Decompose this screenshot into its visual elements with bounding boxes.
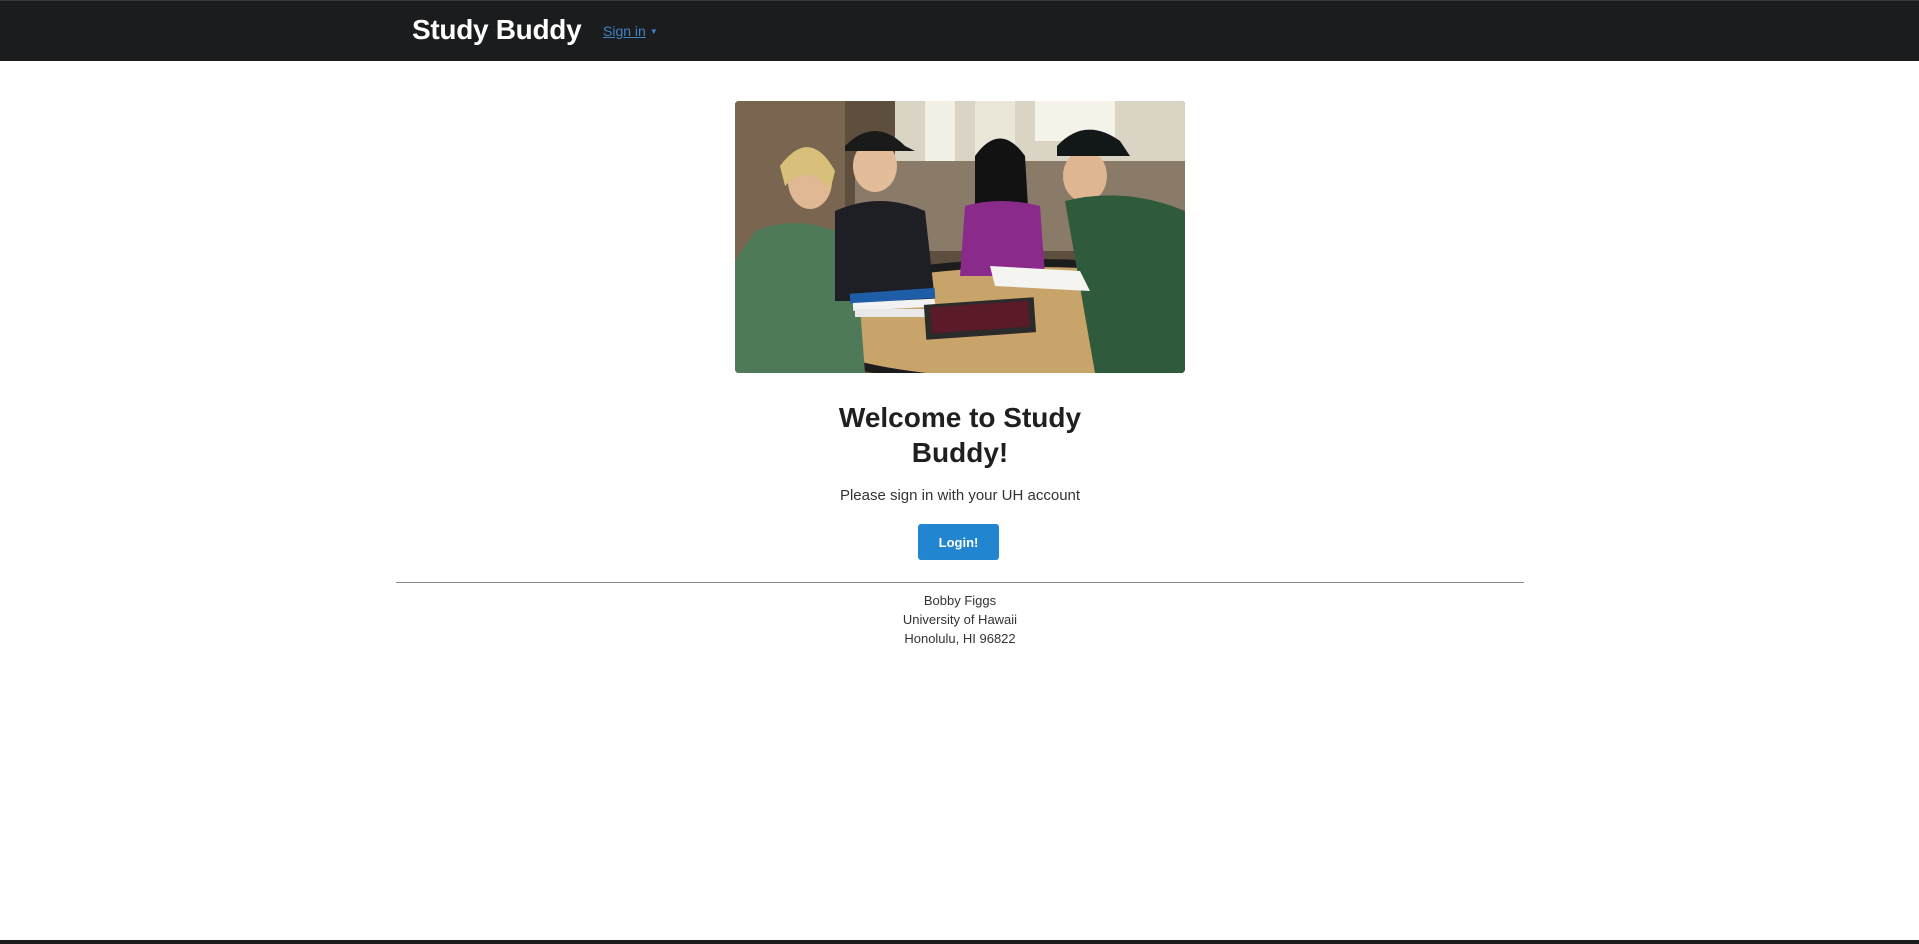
footer: Bobby Figgs University of Hawaii Honolul… [810,591,1110,648]
footer-name: Bobby Figgs [923,593,997,608]
caret-down-icon: ▼ [649,27,658,36]
login-button[interactable]: Login! [918,524,999,560]
signin-dropdown[interactable]: Sign in ▼ [603,23,658,39]
hero-image [735,101,1185,373]
footer-address: Honolulu, HI 96822 [904,631,1016,646]
footer-divider [396,582,1524,583]
page-title: Welcome to Study Buddy! [838,402,1082,468]
signin-instructions: Please sign in with your UH account [839,487,1081,504]
window-bottom-edge [0,940,1919,944]
signin-label: Sign in [603,23,646,39]
footer-university: University of Hawaii [902,612,1018,627]
brand-logo[interactable]: Study Buddy [412,14,582,46]
top-navbar: Study Buddy Sign in ▼ [0,0,1919,61]
